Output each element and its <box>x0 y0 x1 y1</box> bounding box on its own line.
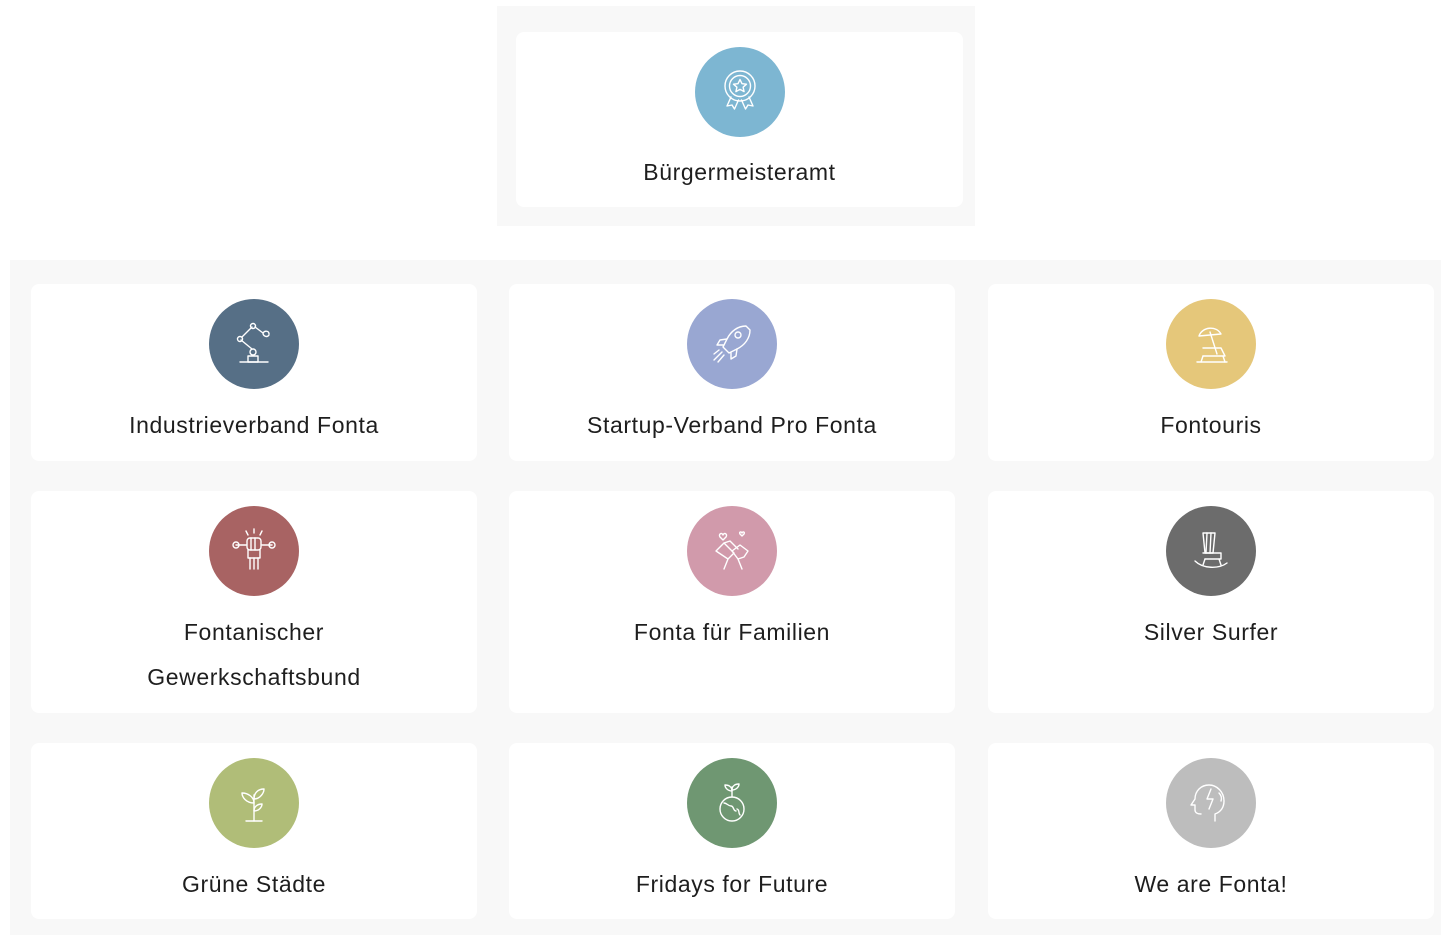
card-label: We are Fonta! <box>1134 871 1288 897</box>
mayor-office-card[interactable]: Bürgermeisteramt <box>516 32 963 207</box>
card-familien[interactable]: Fonta für Familien <box>509 491 955 713</box>
card-we-are-fonta[interactable]: We are Fonta! <box>988 743 1434 919</box>
card-label: Industrieverband Fonta <box>129 412 379 438</box>
card-label: Silver Surfer <box>1143 619 1279 645</box>
rocket-icon <box>687 299 777 389</box>
rocking-chair-icon <box>1166 506 1256 596</box>
award-badge-icon <box>694 47 785 137</box>
card-label: Fridays for Future <box>635 871 829 897</box>
mayor-office-panel: Bürgermeisteramt <box>497 6 975 226</box>
card-silver-surfer[interactable]: Silver Surfer <box>988 491 1434 713</box>
card-label: Startup-Verband Pro Fonta <box>587 412 877 438</box>
card-label: Fonta für Familien <box>633 619 831 645</box>
card-gruene-staedte[interactable]: Grüne Städte <box>31 743 477 919</box>
card-label: Fontanischer Gewerkschaftsbund <box>147 619 361 690</box>
associations-grid: Industrieverband Fonta Startup-Verband P… <box>10 260 1441 935</box>
earth-sprout-icon <box>687 758 777 848</box>
sprout-icon <box>209 758 299 848</box>
holding-hands-icon <box>687 506 777 596</box>
raised-fist-wrench-icon <box>209 506 299 596</box>
mayor-office-label: Bürgermeisteramt <box>643 159 836 185</box>
card-fontouris[interactable]: Fontouris <box>988 284 1434 461</box>
beach-chair-umbrella-icon <box>1166 299 1256 389</box>
card-startup-verband[interactable]: Startup-Verband Pro Fonta <box>509 284 955 461</box>
robot-arm-icon <box>209 299 299 389</box>
card-gewerkschaftsbund[interactable]: Fontanischer Gewerkschaftsbund <box>31 491 477 713</box>
card-label: Fontouris <box>1160 412 1262 438</box>
card-fridays-for-future[interactable]: Fridays for Future <box>509 743 955 919</box>
head-idea-icon <box>1166 758 1256 848</box>
card-industrieverband[interactable]: Industrieverband Fonta <box>31 284 477 461</box>
card-label: Grüne Städte <box>181 871 326 897</box>
